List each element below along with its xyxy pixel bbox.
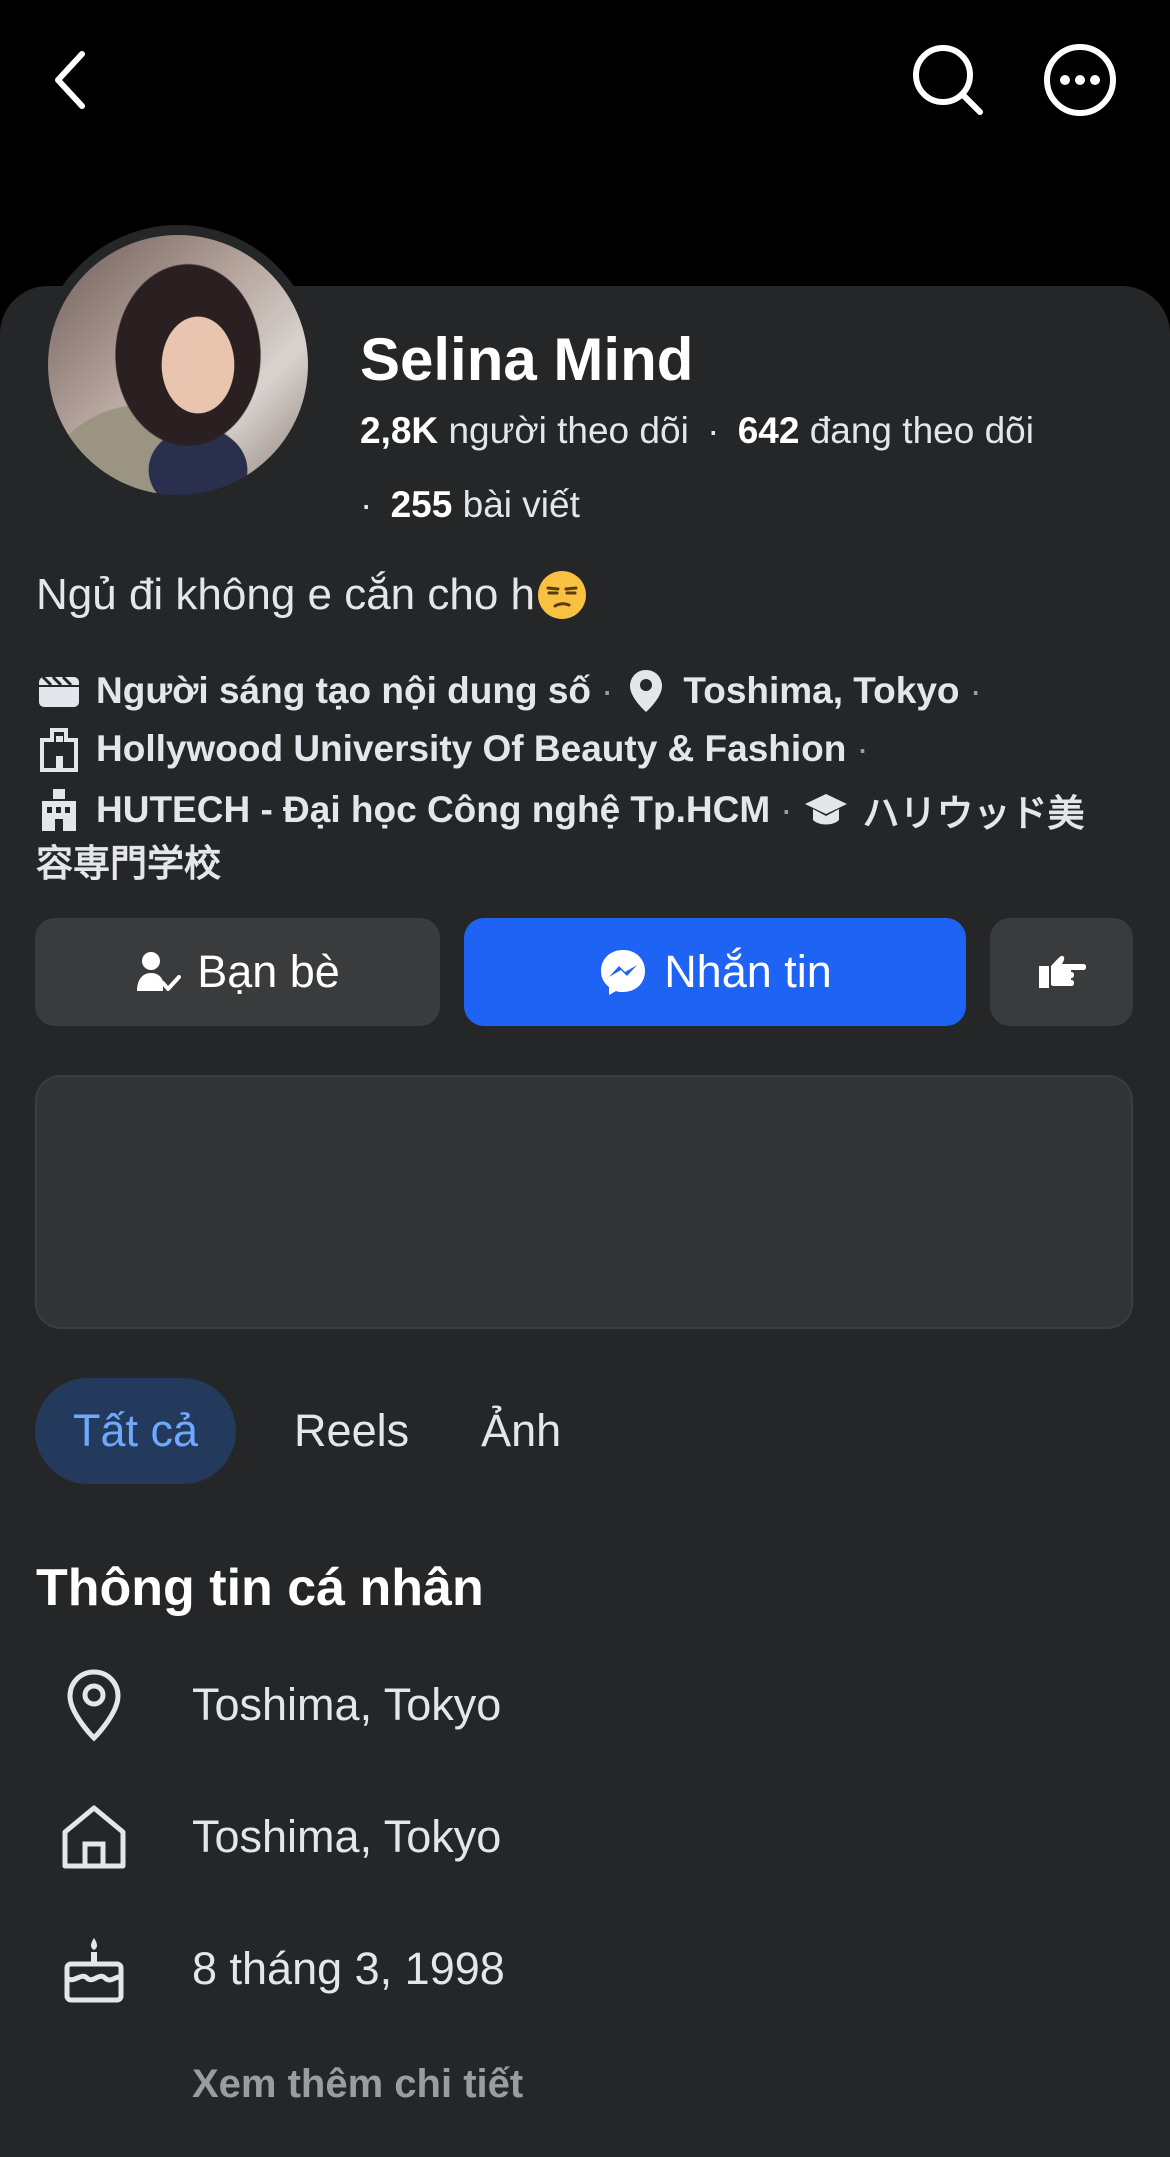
school-building-icon (36, 726, 82, 772)
separator: · (856, 728, 869, 769)
more-options-button[interactable] (1038, 38, 1122, 122)
more-horizontal-icon (1044, 44, 1116, 116)
detail-from-text: Toshima, Tokyo (192, 1811, 502, 1862)
detail-lives-in[interactable]: Toshima, Tokyo (0, 1660, 1170, 1750)
poke-hand-icon (1038, 955, 1086, 988)
profile-stats-line2: · 255 bài viết (360, 484, 580, 526)
intro-line-3: HUTECH - Đại học Công nghệ Tp.HCM · ハリウッ… (36, 783, 1085, 837)
search-icon (913, 45, 983, 115)
intro-school-3-line1[interactable]: ハリウッド美 (863, 783, 1085, 837)
detail-from[interactable]: Toshima, Tokyo (0, 1792, 1170, 1882)
avatar-frame[interactable] (38, 225, 318, 505)
stats-dot: · (707, 410, 720, 451)
birthday-cake-icon (56, 1929, 132, 2009)
friends-button[interactable]: Bạn bè (35, 918, 440, 1026)
posts-label: bài viết (462, 484, 580, 525)
intro-line-2: Hollywood University Of Beauty & Fashion… (36, 726, 879, 772)
friends-button-label: Bạn bè (197, 946, 340, 997)
profile-stats-line1: 2,8K người theo dõi · 642 đang theo dõi (360, 410, 1034, 452)
back-button[interactable] (40, 40, 100, 120)
avatar[interactable] (48, 235, 308, 495)
see-more-details-link[interactable]: Xem thêm chi tiết (192, 2062, 523, 2107)
chevron-left-icon (55, 51, 85, 109)
profile-name: Selina Mind (360, 326, 694, 393)
intro-job: Người sáng tạo nội dung số (96, 670, 592, 711)
location-pin-icon (623, 668, 669, 714)
poke-button[interactable] (990, 918, 1133, 1026)
detail-lives-in-text: Toshima, Tokyo (192, 1679, 502, 1730)
followers-count[interactable]: 2,8K (360, 410, 438, 451)
followers-label[interactable]: người theo dõi (448, 410, 688, 451)
personal-info-title: Thông tin cá nhân (36, 1559, 484, 1617)
intro-location[interactable]: Toshima, Tokyo (683, 670, 959, 712)
tab-reels[interactable]: Reels (258, 1378, 445, 1484)
intro-school-3-line2[interactable]: 容専門学校 (36, 833, 221, 887)
profile-bio: Ngủ đi không e cắn cho h (36, 570, 587, 620)
separator: · (969, 670, 982, 711)
university-building-icon (36, 787, 82, 833)
search-button[interactable] (908, 40, 988, 120)
detail-birthday-text: 8 tháng 3, 1998 (192, 1943, 505, 1994)
home-icon (56, 1797, 132, 1877)
separator: · (780, 789, 793, 830)
separator: · (601, 670, 614, 711)
graduation-cap-icon (803, 787, 849, 833)
intro-school-2[interactable]: HUTECH - Đại học Công nghệ Tp.HCM (96, 789, 770, 831)
following-count[interactable]: 642 (738, 410, 800, 451)
top-bar (0, 0, 1170, 160)
intro-line-1: Người sáng tạo nội dung số · Toshima, To… (36, 668, 992, 714)
location-pin-outline-icon (56, 1665, 132, 1745)
message-button-label: Nhắn tin (664, 946, 832, 997)
stats-dot: · (360, 484, 373, 525)
tab-all[interactable]: Tất cả (35, 1378, 237, 1484)
message-button[interactable]: Nhắn tin (464, 918, 966, 1026)
featured-card[interactable] (35, 1075, 1133, 1329)
profile-tabs: Tất cả Reels Ảnh (35, 1378, 597, 1484)
intro-line-4: 容専門学校 (36, 833, 221, 887)
bio-text: Ngủ đi không e cắn cho h (36, 570, 536, 619)
posts-count: 255 (390, 484, 453, 525)
friend-check-icon (135, 949, 182, 995)
tab-photos[interactable]: Ảnh (445, 1378, 597, 1484)
detail-birthday[interactable]: 8 tháng 3, 1998 (0, 1924, 1170, 2014)
messenger-icon (598, 947, 648, 997)
clapperboard-icon (36, 668, 82, 714)
following-label[interactable]: đang theo dõi (810, 410, 1034, 451)
intro-school-1[interactable]: Hollywood University Of Beauty & Fashion (96, 728, 846, 770)
unamused-face-emoji (538, 571, 587, 619)
